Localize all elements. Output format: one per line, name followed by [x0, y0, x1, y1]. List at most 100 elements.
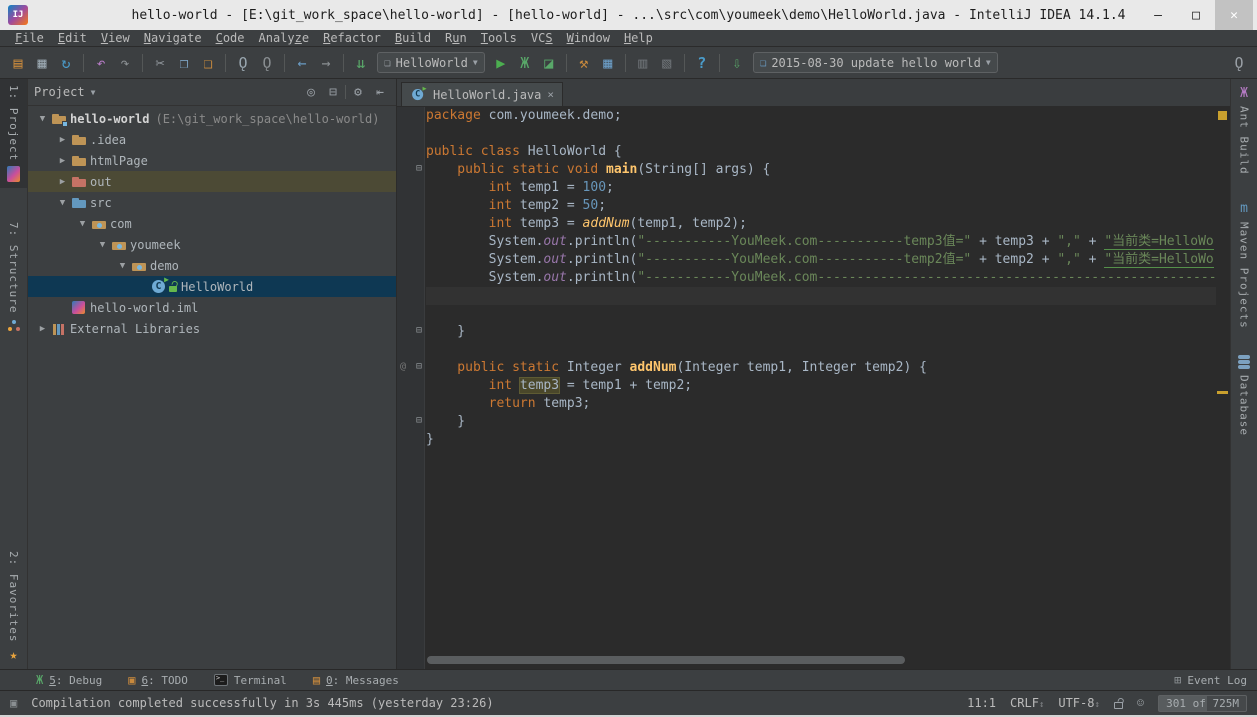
hector-inspector-icon[interactable]: ☺: [1137, 696, 1144, 710]
tool-tab-todo[interactable]: ▣6: TODO: [128, 673, 188, 687]
code-token: .println(: [567, 234, 637, 249]
tree-item--idea[interactable]: ▶.idea: [28, 129, 396, 150]
fold-down-icon[interactable]: ⊟@: [397, 361, 425, 372]
code-line-18: }: [426, 413, 1216, 431]
cut-icon[interactable]: ✂: [148, 51, 172, 75]
chevron-down-icon[interactable]: ▼: [91, 88, 96, 97]
encoding-widget[interactable]: UTF-8↕: [1058, 696, 1100, 710]
search-everywhere-icon[interactable]: Ǫ: [1227, 51, 1251, 75]
close-button[interactable]: ✕: [1215, 0, 1253, 30]
chevron-collapsed-icon[interactable]: ▶: [34, 324, 51, 334]
tree-item-com[interactable]: ▼com: [28, 213, 396, 234]
editor-body[interactable]: ⊟ ⊟ ⊟@ ⊟ package com.youmeek.demo;public cl…: [397, 107, 1230, 669]
project-panel-title[interactable]: Project: [34, 85, 85, 99]
fold-up-icon[interactable]: ⊟: [397, 325, 425, 336]
menu-file[interactable]: File: [8, 31, 51, 45]
unlock-icon[interactable]: [1114, 702, 1123, 709]
tool-tab-debug[interactable]: Ж5: Debug: [36, 673, 102, 687]
tree-item-src[interactable]: ▼src: [28, 192, 396, 213]
tool-tab-terminal[interactable]: Terminal: [214, 673, 287, 687]
menu-build[interactable]: Build: [388, 31, 438, 45]
tool-tab-favorites[interactable]: 2: Favorites★: [0, 545, 27, 669]
caret-position[interactable]: 11:1: [967, 696, 996, 710]
back-icon[interactable]: ←: [290, 51, 314, 75]
chevron-expanded-icon[interactable]: ▼: [54, 198, 71, 208]
build-artifact-icon[interactable]: ▥: [631, 51, 655, 75]
tree-item-youmeek[interactable]: ▼youmeek: [28, 234, 396, 255]
forward-icon[interactable]: →: [314, 51, 338, 75]
chevron-expanded-icon[interactable]: ▼: [34, 114, 51, 124]
tool-tab-database[interactable]: Database: [1231, 348, 1257, 442]
toolwindow-toggle-icon[interactable]: ▣: [10, 696, 17, 710]
chevron-expanded-icon[interactable]: ▼: [114, 261, 131, 271]
debug-coverage-icon[interactable]: Ж: [513, 51, 537, 75]
menu-tools[interactable]: Tools: [474, 31, 524, 45]
minimize-button[interactable]: –: [1139, 0, 1177, 30]
undo-icon[interactable]: ↶: [89, 51, 113, 75]
gear-icon[interactable]: ⚙: [348, 85, 368, 100]
vcs-commit-message-combo[interactable]: ❏2015-08-30 update hello world▼: [753, 52, 998, 73]
install-plugin-icon[interactable]: ⇩: [725, 51, 749, 75]
horizontal-scrollbar[interactable]: [427, 656, 905, 664]
menu-view[interactable]: View: [94, 31, 137, 45]
redo-icon[interactable]: ↷: [113, 51, 137, 75]
menu-window[interactable]: Window: [560, 31, 617, 45]
replace-icon[interactable]: Ǫ: [255, 51, 279, 75]
code-token: int: [426, 198, 520, 213]
fold-up-icon[interactable]: ⊟: [397, 415, 425, 426]
locate-icon[interactable]: ◎: [301, 85, 321, 100]
hide-panel-icon[interactable]: ⇤: [370, 85, 390, 100]
menu-analyze[interactable]: Analyze: [252, 31, 317, 45]
tree-item-helloworld[interactable]: HelloWorld: [28, 276, 396, 297]
close-tab-icon[interactable]: ×: [547, 88, 554, 101]
help-icon[interactable]: ?: [690, 51, 714, 75]
menu-code[interactable]: Code: [209, 31, 252, 45]
menu-vcs[interactable]: VCS: [524, 31, 560, 45]
copy-icon[interactable]: ❐: [172, 51, 196, 75]
chevron-collapsed-icon[interactable]: ▶: [54, 135, 71, 145]
chevron-expanded-icon[interactable]: ▼: [94, 240, 111, 250]
sync-icon[interactable]: ↻: [54, 51, 78, 75]
menu-navigate[interactable]: Navigate: [137, 31, 209, 45]
find-icon[interactable]: Ǫ: [231, 51, 255, 75]
chevron-expanded-icon[interactable]: ▼: [74, 219, 91, 229]
chevron-collapsed-icon[interactable]: ▶: [54, 156, 71, 166]
android-icon[interactable]: ▧: [655, 51, 679, 75]
code-line-7: int temp3 = addNum(temp1, temp2);: [426, 215, 1216, 233]
run-icon[interactable]: ▶: [489, 51, 513, 75]
tree-item-out[interactable]: ▶out: [28, 171, 396, 192]
menu-help[interactable]: Help: [617, 31, 660, 45]
open-icon[interactable]: ▤: [6, 51, 30, 75]
settings-icon[interactable]: ⚒: [572, 51, 596, 75]
menu-run[interactable]: Run: [438, 31, 474, 45]
fold-down-icon[interactable]: ⊟: [397, 163, 425, 174]
inspection-status-marker[interactable]: [1218, 111, 1227, 120]
paste-icon[interactable]: ❑: [196, 51, 220, 75]
run-coverage-icon[interactable]: ◪: [537, 51, 561, 75]
editor-tab-helloworld[interactable]: HelloWorld.java ×: [401, 82, 563, 106]
maximize-button[interactable]: □: [1177, 0, 1215, 30]
collapse-all-icon[interactable]: ⊟: [323, 85, 343, 100]
make-project-icon[interactable]: ⇊: [349, 51, 373, 75]
line-separator-widget[interactable]: CRLF↕: [1010, 696, 1044, 710]
tree-item-htmlpage[interactable]: ▶htmlPage: [28, 150, 396, 171]
tree-item-demo[interactable]: ▼demo: [28, 255, 396, 276]
tool-tab-structure[interactable]: 7: Structure: [0, 216, 27, 340]
run-configuration-combo[interactable]: ❏HelloWorld▼: [377, 52, 485, 73]
tool-tab-project[interactable]: 1: Project: [0, 79, 27, 188]
chevron-collapsed-icon[interactable]: ▶: [54, 177, 71, 187]
tree-item-hello-world[interactable]: ▼hello-world(E:\git_work_space\hello-wor…: [28, 108, 396, 129]
menu-edit[interactable]: Edit: [51, 31, 94, 45]
tool-tab-maven-projects[interactable]: mMaven Projects: [1231, 195, 1257, 335]
error-stripe-mark[interactable]: [1217, 391, 1228, 394]
code-view[interactable]: package com.youmeek.demo;public class He…: [426, 107, 1216, 449]
project-structure-icon[interactable]: ▦: [596, 51, 620, 75]
tool-tab-messages[interactable]: ▤0: Messages: [313, 673, 399, 687]
save-icon[interactable]: ▦: [30, 51, 54, 75]
tree-item-external-libraries[interactable]: ▶External Libraries: [28, 318, 396, 339]
tool-tab-ant-build[interactable]: ЖAnt Build: [1231, 79, 1257, 181]
tool-tab-event-log[interactable]: ⊞ Event Log: [1174, 673, 1247, 687]
memory-indicator[interactable]: 301 of 725M: [1158, 695, 1247, 712]
tree-item-hello-world-iml[interactable]: hello-world.iml: [28, 297, 396, 318]
menu-refactor[interactable]: Refactor: [316, 31, 388, 45]
